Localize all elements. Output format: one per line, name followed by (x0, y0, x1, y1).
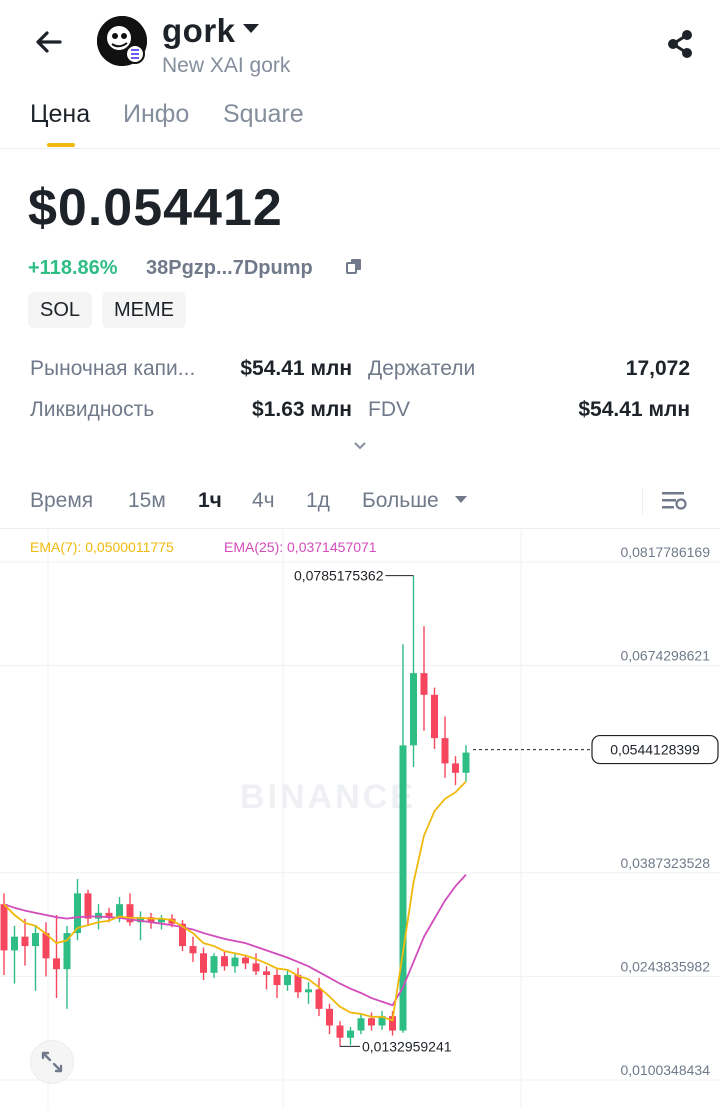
expand-arrows-icon (41, 1051, 63, 1073)
candle-body (315, 989, 323, 1009)
y-tick-label: 0,0387323528 (620, 855, 710, 871)
candle-body (231, 957, 239, 967)
divider (642, 488, 643, 514)
y-tick-label: 0,0100348434 (620, 1062, 710, 1078)
candle-body (116, 904, 123, 918)
copy-icon[interactable] (346, 258, 362, 274)
candle-body (431, 694, 438, 739)
y-tick-label: 0,0817786169 (620, 544, 710, 560)
current-price-label: 0,0544128399 (610, 742, 700, 758)
divider (0, 528, 720, 529)
candle-body (410, 673, 417, 746)
token-subtitle: New XAI gork (162, 54, 291, 77)
candle-body (305, 989, 312, 993)
candle-body (0, 904, 8, 951)
tab-price[interactable]: Цена (30, 100, 90, 129)
candle-body (221, 956, 228, 967)
timeframe-15m[interactable]: 15м (128, 489, 166, 513)
candle-body (200, 953, 207, 973)
candlestick-chart[interactable]: 0,0817786169 0,0674298621 0,0387323528 0,02… (0, 530, 720, 1108)
candle-body (294, 974, 302, 993)
divider (0, 148, 720, 149)
candle-body (462, 752, 470, 773)
candle-body (326, 1008, 333, 1026)
token-price: $0.054412 (28, 179, 283, 237)
candle-body (347, 1030, 354, 1038)
high-price-label: 0,0785175362 (294, 568, 384, 584)
candle-body (252, 963, 260, 972)
solana-badge-icon (125, 44, 145, 64)
liquidity-value: $1.63 млн (252, 398, 352, 421)
holders-label: Держатели (368, 357, 476, 380)
back-arrow-icon[interactable] (28, 22, 68, 62)
caret-down-icon[interactable] (455, 496, 467, 503)
candle-body (263, 971, 270, 975)
candle-body (441, 738, 449, 764)
chevron-down-icon[interactable] (352, 440, 368, 452)
candle-body (242, 957, 249, 964)
ema7-line (3, 780, 467, 1022)
fdv-value: $54.41 млн (578, 398, 690, 421)
market-cap-label: Рыночная капи... (30, 357, 196, 380)
price-change: +118.86% (28, 257, 118, 279)
token-logo (97, 16, 147, 66)
market-cap-value: $54.41 млн (240, 357, 352, 380)
fdv-label: FDV (368, 398, 410, 421)
tag-meme[interactable]: MEME (102, 292, 186, 328)
ema25-indicator: EMA(25): 0,0371457071 (224, 539, 377, 555)
candle-body (21, 936, 29, 947)
candle-body (284, 974, 291, 986)
ema7-indicator: EMA(7): 0,0500011775 (30, 539, 174, 555)
tab-info[interactable]: Инфо (123, 100, 189, 129)
holders-value: 17,072 (625, 357, 690, 380)
candle-body (420, 673, 428, 695)
tab-square[interactable]: Square (223, 100, 304, 129)
timeframe-1h[interactable]: 1ч (198, 489, 222, 513)
token-title[interactable]: gork (162, 12, 236, 50)
caret-down-icon[interactable] (243, 24, 259, 33)
candle-body (84, 893, 92, 919)
candle-body (452, 763, 459, 773)
timeframe-more[interactable]: Больше (362, 489, 439, 513)
chart-settings-icon[interactable] (660, 489, 688, 513)
candle-body (273, 974, 281, 986)
candle-body (210, 956, 218, 973)
timeframe-4h[interactable]: 4ч (252, 489, 275, 513)
fullscreen-button[interactable] (30, 1040, 74, 1084)
candle-body (53, 958, 60, 970)
candle-body (336, 1025, 344, 1038)
ema25-line (3, 873, 467, 1007)
timeframe-time[interactable]: Время (30, 489, 93, 513)
low-price-label: 0,0132959241 (362, 1038, 452, 1054)
y-tick-label: 0,0674298621 (620, 648, 710, 664)
candle-body (189, 946, 197, 954)
tag-sol[interactable]: SOL (28, 292, 93, 328)
candle-body (357, 1018, 365, 1031)
candle-body (32, 933, 39, 947)
y-tick-label: 0,0243835982 (620, 958, 710, 974)
candle-body (368, 1018, 375, 1026)
candle-body (11, 936, 18, 951)
contract-address[interactable]: 38Pgzp...7Dpump (146, 257, 313, 280)
timeframe-1d[interactable]: 1д (306, 489, 330, 513)
active-tab-indicator (47, 143, 75, 147)
liquidity-label: Ликвидность (30, 398, 155, 421)
share-icon[interactable] (662, 26, 698, 62)
